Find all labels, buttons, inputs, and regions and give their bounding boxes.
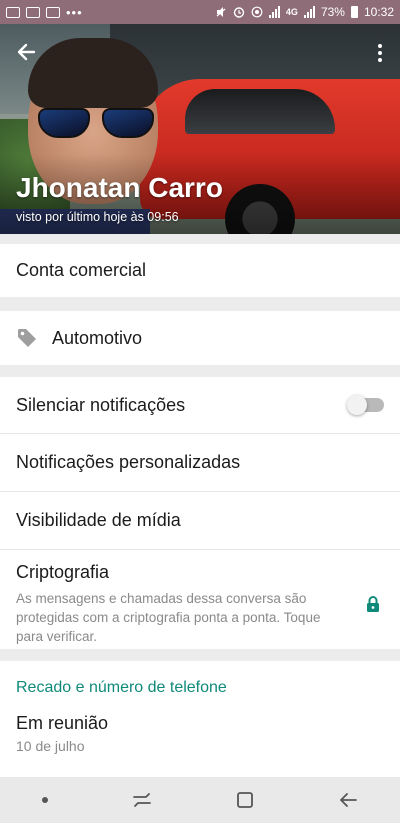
more-notifications-icon: ••• <box>66 4 83 20</box>
about-section-title: Recado e número de telefone <box>16 679 227 696</box>
photo-car-window <box>185 89 335 134</box>
business-account-card[interactable]: Conta comercial <box>0 244 400 297</box>
business-account-label: Conta comercial <box>16 260 147 280</box>
arrow-back-icon <box>17 43 36 61</box>
recent-apps-icon[interactable] <box>132 791 152 809</box>
hotspot-icon <box>251 6 263 18</box>
mute-notifications-row[interactable]: Silenciar notificações <box>0 377 400 433</box>
status-left: ••• <box>6 5 83 20</box>
network-type: 4G <box>285 7 298 17</box>
more-options-button[interactable] <box>370 40 390 66</box>
encryption-description: As mensagens e chamadas dessa conversa s… <box>16 591 321 644</box>
signal-icon <box>268 6 280 18</box>
about-card: Recado e número de telefone Em reunião 1… <box>0 661 400 777</box>
alarm-icon <box>233 7 245 18</box>
mute-toggle[interactable] <box>347 395 384 415</box>
battery-icon <box>350 6 358 18</box>
more-vert-icon <box>378 44 382 48</box>
signal-icon-2 <box>303 6 315 18</box>
contact-name: Jhonatan Carro <box>16 172 223 203</box>
custom-notifications-row[interactable]: Notificações personalizadas <box>0 434 400 491</box>
encryption-title: Criptografia <box>16 562 110 582</box>
encryption-row[interactable]: Criptografia As mensagens e chamadas des… <box>0 550 400 658</box>
business-category-card: Automotivo <box>0 311 400 365</box>
profile-photo-header[interactable]: Jhonatan Carro visto por último hoje às … <box>0 24 400 234</box>
status-right: 4G 73% 10:32 <box>215 5 394 19</box>
home-icon[interactable] <box>236 791 254 809</box>
business-category: Automotivo <box>52 327 143 348</box>
status-bar: ••• 4G 73% 10:32 <box>0 0 400 24</box>
nav-back-icon[interactable] <box>338 791 358 809</box>
lock-icon <box>362 562 384 646</box>
last-seen: visto por último hoje às 09:56 <box>16 210 179 224</box>
back-button[interactable] <box>12 38 40 66</box>
media-visibility-label: Visibilidade de mídia <box>16 510 181 530</box>
business-category-row: Automotivo <box>0 311 400 365</box>
chat-settings-card: Silenciar notificações Notificações pers… <box>0 377 400 649</box>
encryption-texts: Criptografia As mensagens e chamadas des… <box>16 562 348 646</box>
photo-sunglasses <box>38 108 154 140</box>
gallery-notification-icon <box>6 6 20 18</box>
business-account-row[interactable]: Conta comercial <box>0 244 400 297</box>
battery-percent: 73% <box>320 5 345 19</box>
about-status[interactable]: Em reunião <box>0 705 400 738</box>
clock: 10:32 <box>363 5 394 19</box>
mute-notifications-label: Silenciar notificações <box>16 394 186 415</box>
contact-info-screen: ••• 4G 73% 10:32 Jhonatan Carro visto po… <box>0 0 400 823</box>
message-notification-icon <box>46 6 60 18</box>
image-notification-icon <box>26 6 40 18</box>
media-visibility-row[interactable]: Visibilidade de mídia <box>0 492 400 549</box>
tag-icon <box>18 329 36 347</box>
about-date: 10 de julho <box>16 738 85 754</box>
navigation-bar <box>0 777 400 823</box>
custom-notifications-label: Notificações personalizadas <box>16 452 241 472</box>
mute-icon <box>216 7 226 17</box>
assistant-dot-icon[interactable] <box>42 797 48 803</box>
